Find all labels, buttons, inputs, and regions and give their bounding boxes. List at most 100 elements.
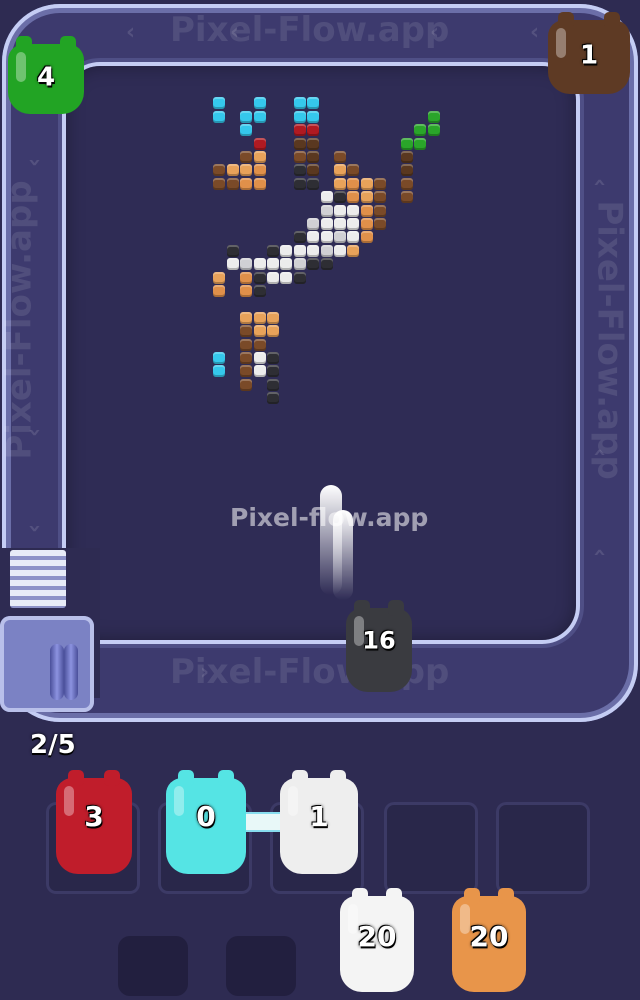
slot-creature-white[interactable]: 1 xyxy=(280,770,358,874)
pixel-block xyxy=(213,177,226,190)
pixel-block xyxy=(347,204,360,217)
feeder-roller xyxy=(64,644,78,700)
creature-count: 0 xyxy=(196,800,216,834)
pixel-block xyxy=(320,218,333,230)
pixel-block xyxy=(293,124,306,137)
pixel-block xyxy=(253,325,266,338)
pixel-block xyxy=(226,258,239,271)
pixel-block xyxy=(427,124,440,137)
creature-count: 20 xyxy=(469,920,509,954)
ear xyxy=(388,600,404,616)
pixel-block xyxy=(307,97,320,110)
pixel-block xyxy=(280,244,293,257)
pixel-block xyxy=(334,191,346,204)
pixel-block xyxy=(307,151,320,163)
pixel-block xyxy=(320,204,333,217)
pixel-block xyxy=(213,271,226,284)
ear xyxy=(218,770,234,786)
pixel-block xyxy=(253,352,266,364)
pixel-block xyxy=(253,164,266,177)
pixel-block xyxy=(280,271,293,284)
pixel-block xyxy=(267,392,279,405)
pixel-block xyxy=(226,164,239,177)
queue-shadow xyxy=(226,936,296,996)
pixel-block xyxy=(253,365,266,378)
slot-4[interactable] xyxy=(384,802,478,894)
pixel-block xyxy=(253,311,266,324)
pixel-block xyxy=(293,244,306,257)
pixel-block xyxy=(307,137,320,150)
pixel-block xyxy=(320,191,333,204)
creature-brown[interactable]: 1 xyxy=(548,12,630,94)
pixel-block xyxy=(293,231,306,244)
pixel-block xyxy=(334,177,346,190)
pixel-block xyxy=(334,151,346,163)
ear xyxy=(178,770,194,786)
pixel-block xyxy=(293,164,306,177)
pixel-block xyxy=(240,177,253,190)
pixel-block xyxy=(267,378,279,391)
pixel-block xyxy=(240,365,253,378)
pixel-block xyxy=(320,258,333,271)
pixel-block xyxy=(253,97,266,110)
pixel-block xyxy=(253,177,266,190)
pixel-block xyxy=(347,164,360,177)
pixel-block xyxy=(213,285,226,297)
creature-count: 1 xyxy=(309,800,329,834)
pixel-block xyxy=(334,218,346,230)
pixel-block xyxy=(213,164,226,177)
slot-creature-cyan[interactable]: 0 xyxy=(166,770,246,874)
pixel-block xyxy=(226,177,239,190)
creature-count: 3 xyxy=(84,800,104,834)
pixel-block xyxy=(240,285,253,297)
pixel-block xyxy=(213,365,226,378)
slot-5[interactable] xyxy=(496,802,590,894)
pixel-block xyxy=(360,204,373,217)
pixel-block xyxy=(267,352,279,364)
creature-black[interactable]: 16 xyxy=(346,600,412,692)
pixel-block xyxy=(307,244,320,257)
pixel-block xyxy=(401,177,413,190)
ear xyxy=(352,888,368,904)
pixel-block xyxy=(360,218,373,230)
pixel-block xyxy=(213,110,226,123)
feeder-roller xyxy=(50,644,64,700)
creature-green[interactable]: 4 xyxy=(8,36,84,114)
ear xyxy=(104,770,120,786)
ear xyxy=(292,770,308,786)
ear xyxy=(498,888,514,904)
ear xyxy=(60,36,76,52)
queue-creature-white[interactable]: 20 xyxy=(340,888,414,992)
pixel-block xyxy=(267,271,279,284)
pixel-block xyxy=(334,164,346,177)
pixel-block xyxy=(401,191,413,204)
pixel-block xyxy=(240,164,253,177)
pixel-block xyxy=(320,244,333,257)
pixel-block xyxy=(293,177,306,190)
pixel-block xyxy=(347,177,360,190)
pixel-block xyxy=(293,110,306,123)
pixel-block xyxy=(360,231,373,244)
pixel-block xyxy=(293,258,306,271)
chevron-right-icon: ‹ xyxy=(200,660,210,685)
pixel-block xyxy=(320,231,333,244)
pixel-block xyxy=(360,177,373,190)
pixel-block xyxy=(293,137,306,150)
queue-shadow xyxy=(118,936,188,996)
pixel-block xyxy=(240,325,253,338)
pixel-block xyxy=(414,124,427,137)
queue-creature-orange[interactable]: 20 xyxy=(452,888,526,992)
pixel-block xyxy=(240,311,253,324)
pixel-block xyxy=(253,338,266,351)
creature-count: 1 xyxy=(579,40,599,71)
ear xyxy=(68,770,84,786)
track-capacity-counter: 2/5 xyxy=(30,730,76,760)
creature-count: 20 xyxy=(357,920,397,954)
ear xyxy=(464,888,480,904)
pixel-block xyxy=(240,378,253,391)
pixel-block xyxy=(307,258,320,271)
pixel-block xyxy=(360,191,373,204)
pixel-block xyxy=(253,285,266,297)
pixel-block xyxy=(240,110,253,123)
slot-creature-red[interactable]: 3 xyxy=(56,770,132,874)
